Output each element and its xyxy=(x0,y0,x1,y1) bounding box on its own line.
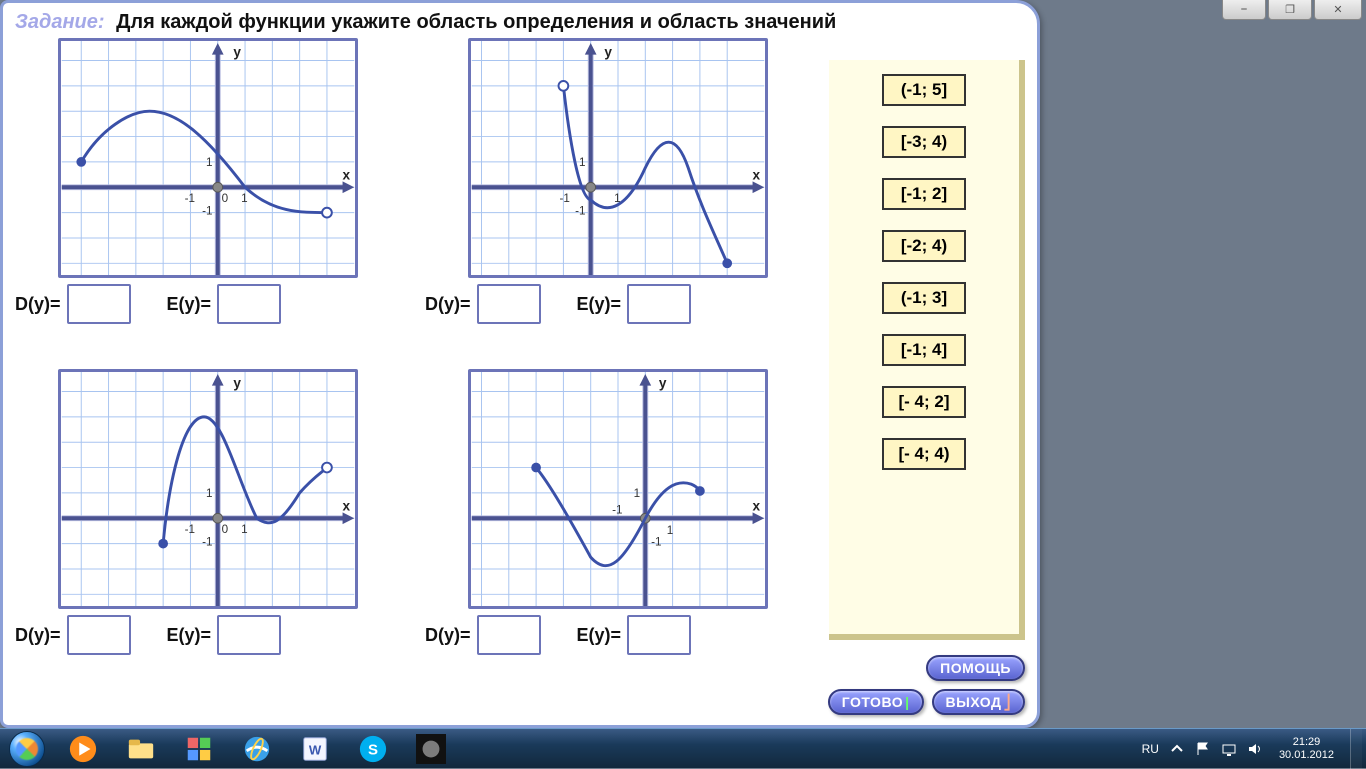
svg-text:-1: -1 xyxy=(202,205,212,218)
taskbar-app-dark[interactable] xyxy=(403,730,459,768)
svg-text:0: 0 xyxy=(222,523,229,536)
svg-text:-1: -1 xyxy=(575,205,585,218)
svg-text:x: x xyxy=(753,498,761,513)
clock-date: 30.01.2012 xyxy=(1279,749,1334,761)
option-chip-0[interactable]: (-1; 5] xyxy=(882,74,966,106)
options-panel: (-1; 5] [-3; 4) [-1; 2] [-2; 4) (-1; 3] … xyxy=(829,60,1025,640)
taskbar-ie[interactable] xyxy=(229,730,285,768)
option-chip-6[interactable]: [- 4; 2] xyxy=(882,386,966,418)
clock-time: 21:29 xyxy=(1279,736,1334,748)
svg-text:-1: -1 xyxy=(185,192,195,205)
svg-text:x: x xyxy=(753,167,761,182)
svg-text:1: 1 xyxy=(667,524,674,537)
svg-text:-1: -1 xyxy=(560,192,570,205)
windows-logo-icon xyxy=(9,731,45,767)
option-chip-7[interactable]: [- 4; 4) xyxy=(882,438,966,470)
dropbox-d-2[interactable] xyxy=(477,284,541,324)
graph-cell-3: y x -11 1-1 0 D(y)= E(y)= xyxy=(15,369,401,694)
network-icon[interactable] xyxy=(1221,741,1237,757)
option-chip-5[interactable]: [-1; 4] xyxy=(882,334,966,366)
flag-icon[interactable] xyxy=(1195,741,1211,757)
plot-3: y x -1 1 1 -1 0 xyxy=(58,369,358,609)
option-chip-2[interactable]: [-1; 2] xyxy=(882,178,966,210)
svg-text:1: 1 xyxy=(206,156,213,169)
minimize-button[interactable]: ⎯ xyxy=(1222,0,1266,20)
app-window: Задание: Для каждой функции укажите обла… xyxy=(0,0,1040,728)
option-chip-1[interactable]: [-3; 4) xyxy=(882,126,966,158)
dropbox-d-1[interactable] xyxy=(67,284,131,324)
graph-cell-4: y x -11 1-1 D(y)= E(y)= xyxy=(425,369,811,694)
show-desktop-button[interactable] xyxy=(1350,729,1362,769)
clock[interactable]: 21:29 30.01.2012 xyxy=(1273,736,1340,760)
svg-text:1: 1 xyxy=(579,156,586,169)
graphs-grid: y x -1 1 1 -1 0 D(y)= xyxy=(15,38,811,694)
taskbar-media-player[interactable] xyxy=(55,730,111,768)
help-button[interactable]: ПОМОЩЬ xyxy=(926,655,1025,681)
window-controls: ⎯ ❐ ✕ xyxy=(1222,0,1362,20)
e-label: E(y)= xyxy=(167,294,212,315)
taskbar-app-generic[interactable] xyxy=(171,730,227,768)
language-indicator[interactable]: RU xyxy=(1142,742,1159,756)
graph-cell-2: y x -11 1-1 D(y)= E(y)= xyxy=(425,38,811,363)
task-label: Задание: xyxy=(15,11,105,33)
x-axis-label: x xyxy=(343,167,351,182)
svg-text:-1: -1 xyxy=(612,503,622,516)
dropbox-d-4[interactable] xyxy=(477,615,541,655)
taskbar-explorer[interactable] xyxy=(113,730,169,768)
taskbar-skype[interactable]: S xyxy=(345,730,401,768)
dropbox-e-3[interactable] xyxy=(217,615,281,655)
tray-up-icon[interactable] xyxy=(1169,741,1185,757)
option-chip-3[interactable]: [-2; 4) xyxy=(882,230,966,262)
taskbar: W S RU 21:29 30.01.2012 xyxy=(0,728,1366,768)
svg-text:0: 0 xyxy=(222,192,229,205)
dropbox-e-2[interactable] xyxy=(627,284,691,324)
graph-cell-1: y x -1 1 1 -1 0 D(y)= xyxy=(15,38,401,363)
svg-text:y: y xyxy=(233,376,241,391)
y-axis-label: y xyxy=(233,45,241,60)
svg-text:1: 1 xyxy=(634,487,641,500)
dropbox-d-3[interactable] xyxy=(67,615,131,655)
svg-text:-1: -1 xyxy=(202,536,212,549)
svg-text:-1: -1 xyxy=(651,536,661,549)
svg-text:1: 1 xyxy=(206,487,213,500)
plot-2: y x -11 1-1 xyxy=(468,38,768,278)
svg-text:1: 1 xyxy=(241,192,248,205)
done-button[interactable]: ГОТОВО| xyxy=(828,689,924,715)
dropbox-e-4[interactable] xyxy=(627,615,691,655)
volume-icon[interactable] xyxy=(1247,741,1263,757)
svg-text:1: 1 xyxy=(241,523,248,536)
option-chip-4[interactable]: (-1; 3] xyxy=(882,282,966,314)
svg-text:W: W xyxy=(309,742,322,757)
maximize-button[interactable]: ❐ xyxy=(1268,0,1312,20)
d-label: D(y)= xyxy=(15,294,61,315)
close-button[interactable]: ✕ xyxy=(1314,0,1362,20)
svg-text:-1: -1 xyxy=(185,523,195,536)
plot-1: y x -1 1 1 -1 0 xyxy=(58,38,358,278)
svg-text:y: y xyxy=(604,45,612,60)
taskbar-word[interactable]: W xyxy=(287,730,343,768)
plot-4: y x -1 1 1 -1 xyxy=(468,369,768,609)
exit-button[interactable]: ВЫХОД⎦ xyxy=(932,689,1025,715)
svg-text:x: x xyxy=(343,498,351,513)
dropbox-e-1[interactable] xyxy=(217,284,281,324)
svg-text:S: S xyxy=(368,741,378,758)
svg-text:y: y xyxy=(659,376,667,391)
start-button[interactable] xyxy=(0,729,54,769)
task-title: Задание: Для каждой функции укажите обла… xyxy=(15,11,1025,34)
task-text: Для каждой функции укажите область опред… xyxy=(116,11,836,33)
